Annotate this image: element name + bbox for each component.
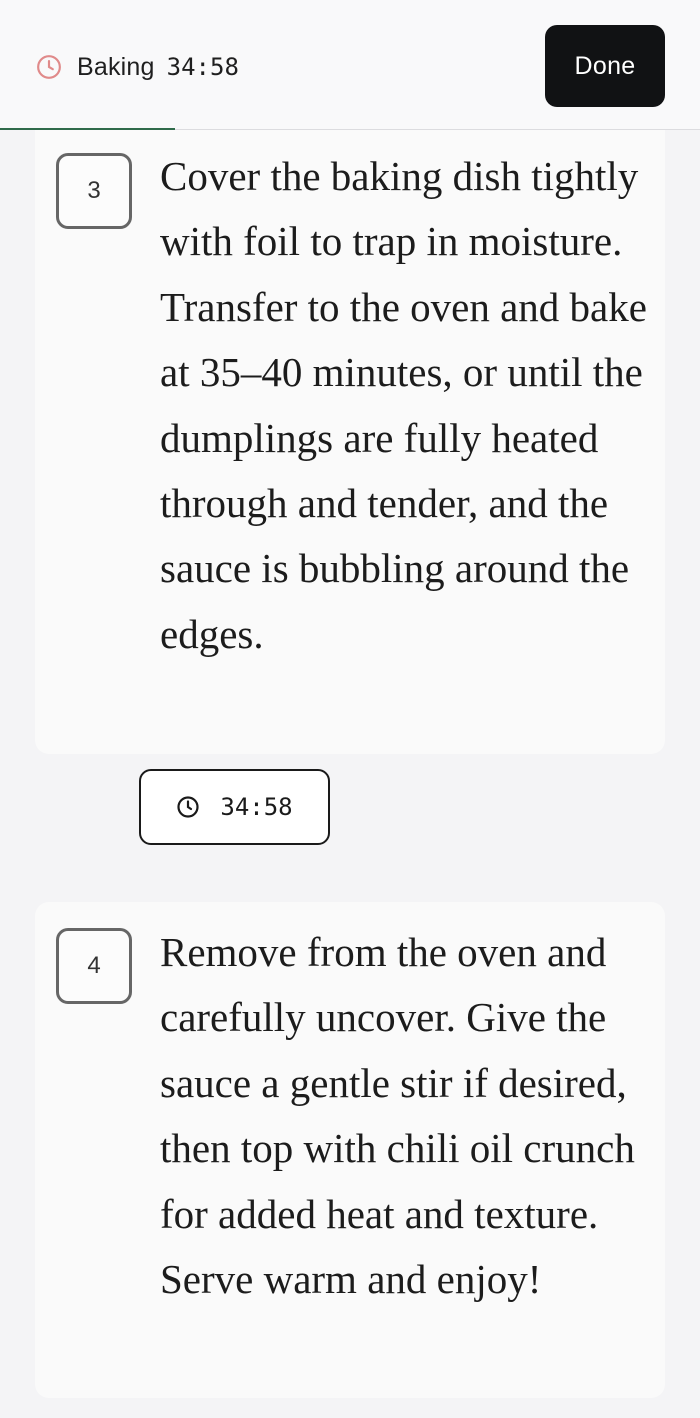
clock-icon	[37, 55, 61, 79]
step-instruction-text: Remove from the oven and carefully uncov…	[160, 929, 635, 1303]
step-timer-button[interactable]: 34:58	[139, 769, 330, 845]
timer-status-label: Baking	[77, 52, 155, 81]
active-timer-status[interactable]: Baking 34:58	[36, 50, 239, 84]
done-button[interactable]: Done	[545, 25, 665, 107]
top-bar: Baking 34:58 Done	[0, 0, 700, 130]
step-number-badge[interactable]: 4	[56, 928, 132, 1004]
timer-status-time: 34:58	[166, 53, 239, 81]
step-timer-time: 34:58	[220, 793, 293, 821]
step-instruction-text: Cover the baking dish tightly with foil …	[160, 153, 647, 657]
step-card-4: 4 Remove from the oven and carefully unc…	[35, 902, 665, 1398]
step-card-3: 3 Cover the baking dish tightly with foi…	[35, 130, 665, 754]
step-number-badge[interactable]: 3	[56, 153, 132, 229]
clock-icon	[177, 796, 199, 818]
